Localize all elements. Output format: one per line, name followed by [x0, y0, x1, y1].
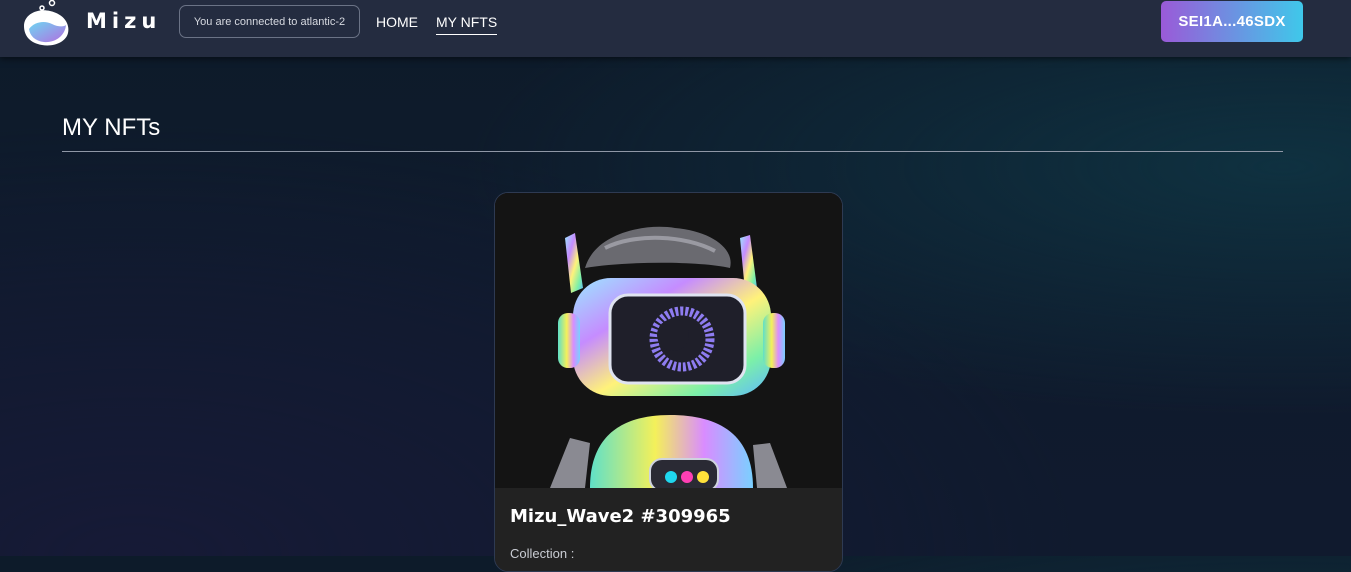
nft-collection-label: Collection :: [510, 546, 575, 561]
nft-card[interactable]: Mizu_Wave2 #309965 Collection :: [494, 192, 843, 572]
nft-name: Mizu_Wave2 #309965: [510, 506, 731, 527]
nft-robot-image[interactable]: [495, 193, 842, 488]
mizu-logo-icon[interactable]: [20, 0, 72, 48]
nft-card-body: Mizu_Wave2 #309965 Collection :: [495, 488, 842, 571]
top-navbar: Mizu You are connected to atlantic-2 HOM…: [0, 0, 1351, 57]
brand-name[interactable]: Mizu: [86, 9, 161, 33]
nav-link-home[interactable]: HOME: [376, 14, 418, 34]
wallet-address-button[interactable]: SEI1A...46SDX: [1161, 1, 1303, 42]
title-divider: [62, 151, 1283, 152]
nav-link-my-nfts[interactable]: MY NFTS: [436, 14, 498, 35]
network-status-badge: You are connected to atlantic-2: [179, 5, 360, 38]
page-title: MY NFTs: [62, 114, 161, 141]
